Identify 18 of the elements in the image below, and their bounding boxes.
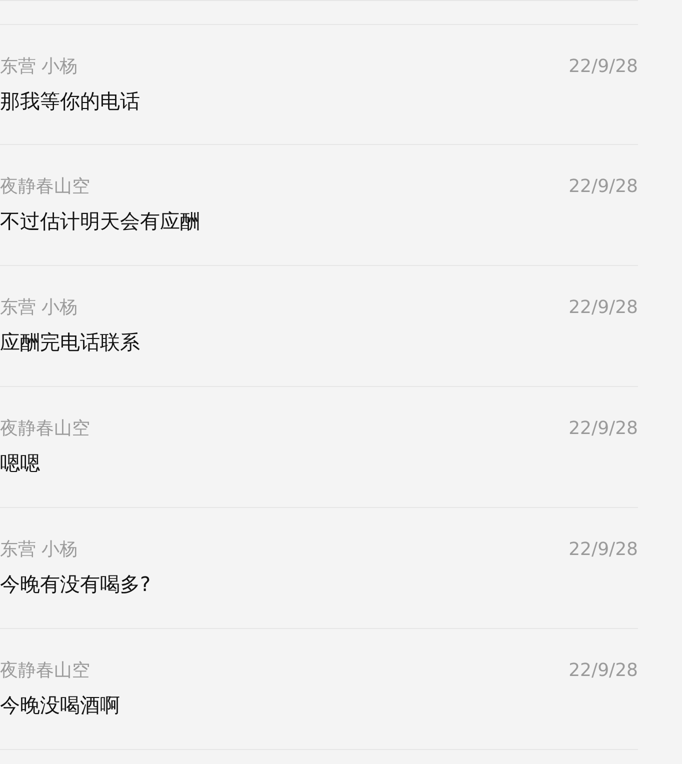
message-text: 今晚没喝酒啊 bbox=[0, 693, 120, 717]
message-text: 嗯嗯 bbox=[0, 451, 40, 475]
message-date: 22/9/28 bbox=[568, 177, 638, 197]
message-text: 今晚有没有喝多? bbox=[0, 572, 151, 596]
sender-name: 东营 小杨 bbox=[0, 298, 78, 318]
message-date: 22/9/28 bbox=[568, 57, 638, 77]
message-text: 那我等你的电话 bbox=[0, 89, 140, 113]
message-text: 不过估计明天会有应酬 bbox=[0, 209, 200, 233]
sender-name: 东营 小杨 bbox=[0, 540, 78, 560]
message-date: 22/9/28 bbox=[568, 298, 638, 318]
sender-name: 东营 小杨 bbox=[0, 57, 78, 77]
message-date: 22/9/28 bbox=[568, 540, 638, 560]
sender-name: 夜静春山空 bbox=[0, 177, 90, 197]
message-text: 应酬完电话联系 bbox=[0, 330, 140, 354]
message-date: 22/9/28 bbox=[568, 419, 638, 439]
message-date: 22/9/28 bbox=[568, 661, 638, 681]
sender-name: 夜静春山空 bbox=[0, 661, 90, 681]
sender-name: 夜静春山空 bbox=[0, 419, 90, 439]
